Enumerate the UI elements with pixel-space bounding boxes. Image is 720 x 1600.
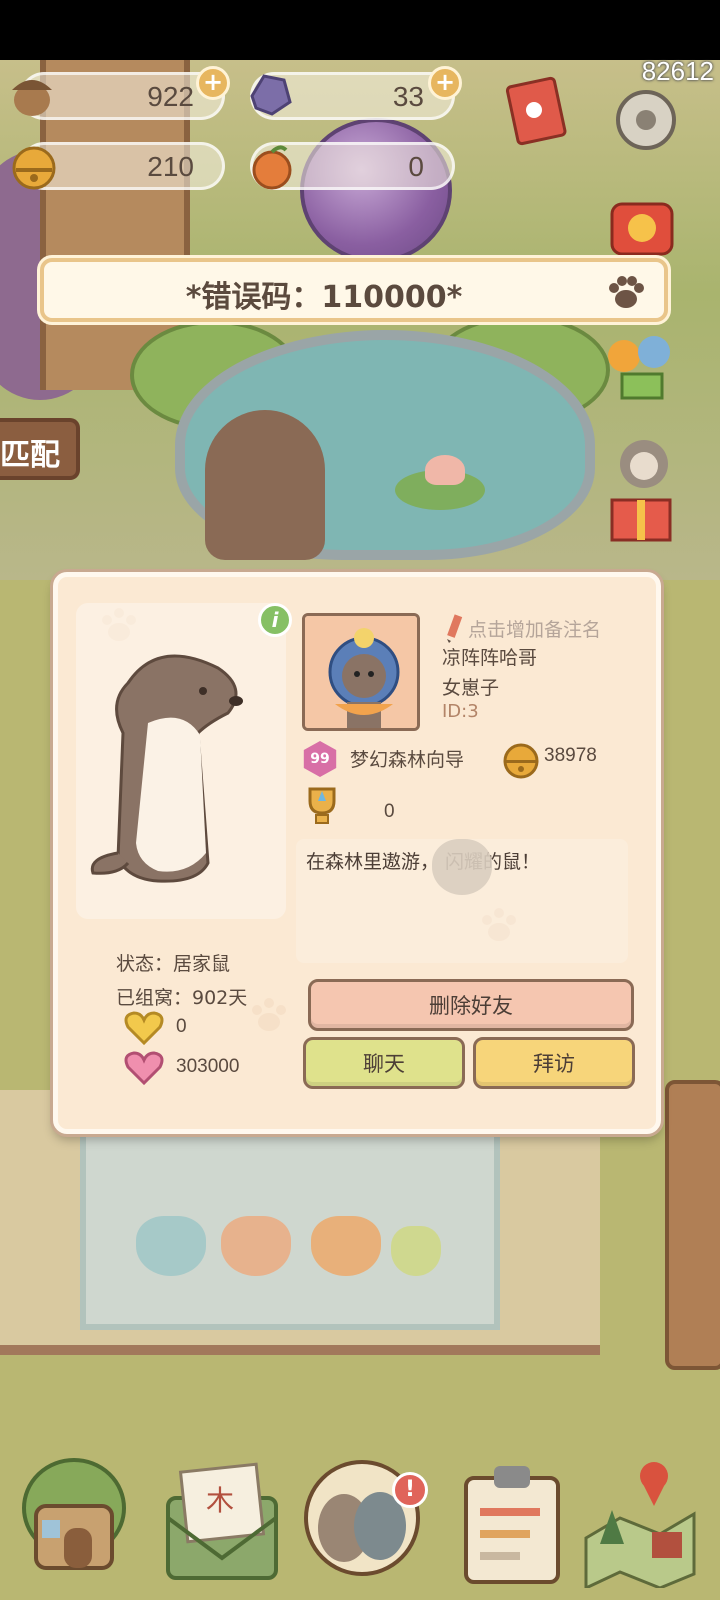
level-badge: 99 <box>303 741 337 777</box>
svg-text:木: 木 <box>206 1484 234 1517</box>
fruit-icon <box>244 138 300 194</box>
player-id: ID:3 <box>442 701 479 722</box>
info-icon[interactable]: i <box>258 603 292 637</box>
add-gem-button[interactable]: + <box>428 66 462 100</box>
nest-days-text: 已组窝：902天 <box>116 987 248 1009</box>
crystal-orb[interactable] <box>300 118 452 263</box>
chat-button[interactable]: 聊天 <box>303 1037 465 1089</box>
level-name: 梦幻森林向导 <box>350 749 465 771</box>
player-nickname: 凉阵阵哈哥 <box>442 647 538 669</box>
vase-icon <box>221 1216 291 1276</box>
vase-icon <box>136 1216 206 1276</box>
pink-heart-stat: 303000 <box>124 1049 239 1085</box>
player-bio: 在森林里遨游， 闪耀的鼠！ <box>306 851 541 873</box>
bell-icon <box>6 138 62 194</box>
acorn-icon <box>4 66 60 122</box>
nav-map-button[interactable] <box>580 1448 700 1588</box>
friend-profile-dialog: i 点击增加备注名 凉阵阵哈哥 女崽子 ID:3 99 梦幻森林向导 38978… <box>53 572 661 1134</box>
visit-button[interactable]: 拜访 <box>473 1037 635 1089</box>
lotus-flower <box>425 455 465 485</box>
vase-icon <box>311 1216 381 1276</box>
mail-icon: 木 <box>166 1462 278 1580</box>
avatar[interactable] <box>302 613 420 731</box>
add-acorn-button[interactable]: + <box>196 66 230 100</box>
duck-character[interactable] <box>205 410 325 560</box>
nav-friends-button[interactable] <box>302 1448 422 1588</box>
remark-name-field[interactable]: 点击增加备注名 <box>442 613 601 643</box>
balloon-gift-icon[interactable] <box>602 328 678 404</box>
home-icon <box>22 1458 126 1570</box>
error-code-text: *错误码：110000* <box>185 280 463 315</box>
bell-icon <box>503 743 539 779</box>
status-bar-area <box>0 0 720 60</box>
bio-box: 在森林里遨游， 闪耀的鼠！ <box>296 839 628 963</box>
fruit-count: 0 <box>408 151 424 182</box>
gold-heart-count: 0 <box>176 1016 187 1037</box>
notification-badge: ! <box>392 1472 428 1508</box>
vase-icon <box>391 1226 441 1276</box>
pink-heart-icon <box>124 1051 164 1085</box>
wooden-log <box>665 1080 720 1370</box>
nav-mail-button[interactable]: 木 <box>162 1448 282 1588</box>
nav-tasks-button[interactable] <box>452 1448 572 1588</box>
gem-icon <box>242 66 298 122</box>
gold-heart-icon <box>124 1011 164 1045</box>
settings-gear-icon[interactable] <box>608 82 684 158</box>
gold-heart-stat: 0 <box>124 1009 187 1045</box>
error-banner: *错误码：110000* <box>40 258 668 322</box>
friends-icon <box>304 1460 420 1576</box>
remark-placeholder: 点击增加备注名 <box>468 618 602 641</box>
nav-home-button[interactable] <box>14 1448 134 1588</box>
paw-pattern-icon <box>252 998 286 1031</box>
pink-heart-count: 303000 <box>176 1056 240 1077</box>
tap-cursor-icon <box>432 839 492 895</box>
paw-icon <box>609 276 644 308</box>
map-icon <box>584 1462 696 1588</box>
trophy-icon <box>308 787 336 824</box>
calendar-book-icon[interactable] <box>500 72 576 148</box>
tv-icon[interactable] <box>604 188 680 264</box>
pencil-icon <box>447 614 463 643</box>
clipboard-icon <box>464 1466 560 1584</box>
rug <box>80 1115 500 1330</box>
gift-box-icon[interactable] <box>604 474 680 550</box>
trophy-total: 0 <box>384 801 395 822</box>
match-sign[interactable]: 匹配 <box>0 418 80 480</box>
gem-count: 33 <box>392 81 424 112</box>
otter-character <box>90 654 243 883</box>
delete-friend-button[interactable]: 删除好友 <box>308 979 634 1031</box>
status-text: 状态：居家鼠 <box>116 953 231 975</box>
player-title: 女崽子 <box>442 677 500 699</box>
acorn-count: 922 <box>147 81 194 112</box>
bell-total: 38978 <box>544 745 597 766</box>
bell-count: 210 <box>147 151 194 182</box>
